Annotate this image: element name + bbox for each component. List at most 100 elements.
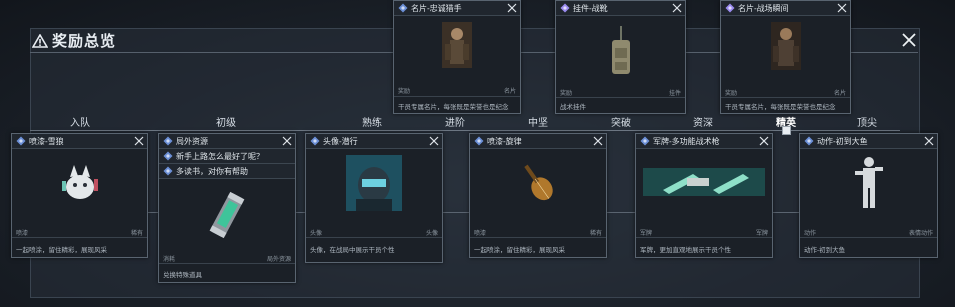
emote-figure-icon	[854, 157, 883, 208]
card-image	[800, 154, 937, 212]
card-category: 挂件	[668, 91, 681, 97]
stage-label: 熟练	[362, 118, 382, 129]
card-description: 干员专属名片，每张既是荣誉也是纪念	[725, 104, 836, 111]
violin-spray-icon	[524, 164, 553, 201]
title-text: 奖励总览	[52, 33, 117, 50]
reward-card[interactable]: 喷漆-雪狼 喷漆 稀有 一起喷涂，留住精彩，展现风采	[11, 133, 148, 258]
card-image	[636, 166, 772, 198]
card-category: 名片	[503, 89, 516, 95]
diamond-purple-icon	[560, 3, 570, 13]
card-description: 军牌，更加直观地展示干员个性	[640, 247, 731, 254]
reward-card[interactable]: 名片-战场瞬间 奖励 名片 干员专属名片，每张既是荣誉也是纪念	[720, 0, 851, 114]
card-image	[556, 23, 685, 81]
soldier-portrait-icon	[442, 22, 472, 68]
page-title: 奖励总览	[32, 30, 116, 51]
diamond-blue-icon	[640, 136, 650, 146]
diamond-blue-icon	[16, 136, 26, 146]
close-icon[interactable]	[282, 136, 292, 146]
card-image	[394, 21, 520, 69]
card-type: 奖励	[398, 89, 411, 95]
reward-card[interactable]: 动作-初到大鱼 动作 表情动作 动作-初到大鱼	[799, 133, 938, 258]
card-category: 稀有	[589, 231, 602, 237]
reward-card-stack[interactable]: 局外资源 新手上路怎么最好了呢？ 多读书，对你有帮助 消耗 局外资源 兑换特殊道…	[158, 133, 296, 283]
stage-label: 初级	[216, 118, 236, 129]
card-name: 名片-忠诚猎手	[411, 3, 462, 13]
card-type: 奖励	[725, 91, 738, 97]
diamond-blue-icon	[310, 136, 320, 146]
close-icon[interactable]	[837, 3, 847, 13]
stage-label: 突破	[611, 118, 631, 129]
stack-row-label: 新手上路怎么最好了呢？	[176, 151, 264, 161]
diamond-blue-icon	[804, 136, 814, 146]
stage-label: 进阶	[445, 118, 465, 129]
card-category: 军牌	[755, 231, 768, 237]
stack-row-label: 多读书，对你有帮助	[176, 166, 248, 176]
close-icon[interactable]	[900, 31, 918, 49]
card-type: 消耗	[163, 257, 176, 263]
card-image	[306, 154, 442, 212]
card-image	[470, 156, 606, 210]
card-image	[159, 184, 295, 246]
card-description: 一起喷涂，留住精彩，展现风采	[16, 247, 107, 254]
stack-row[interactable]: 多读书，对你有帮助	[159, 164, 295, 179]
stack-row[interactable]: 新手上路怎么最好了呢？	[159, 149, 295, 164]
card-category: 头像	[425, 231, 438, 237]
card-description: 干员专属名片，每张既是荣誉也是纪念	[398, 104, 509, 111]
card-category: 名片	[833, 91, 846, 97]
diamond-blue-icon	[398, 3, 408, 13]
card-description: 兑换特殊道具	[163, 272, 202, 279]
diamond-blue-icon	[163, 136, 173, 146]
card-name: 军牌-多功能战术枪	[653, 136, 720, 146]
card-type: 军牌	[640, 231, 653, 237]
card-name: 喷漆-旋律	[487, 136, 522, 146]
stage-label: 入队	[70, 118, 90, 129]
dogtag-banner-icon	[643, 168, 765, 196]
warning-triangle-icon	[32, 33, 48, 48]
diamond-blue-icon	[163, 151, 173, 161]
card-category: 稀有	[130, 231, 143, 237]
card-description: 动作-初到大鱼	[804, 247, 846, 254]
diamond-blue-icon	[474, 136, 484, 146]
reward-card[interactable]: 喷漆-旋律 喷漆 稀有 一起喷涂，留住精彩，展现风采	[469, 133, 607, 258]
wolf-spray-icon	[61, 165, 98, 199]
card-description: 战术挂件	[560, 104, 586, 111]
diamond-blue-icon	[163, 166, 173, 176]
card-name: 喷漆-雪狼	[29, 136, 64, 146]
soldier-portrait-icon	[770, 22, 801, 70]
stage-label: 顶尖	[857, 118, 877, 129]
card-name: 挂件-战靴	[573, 3, 608, 13]
card-category: 局外资源	[266, 257, 291, 263]
close-icon[interactable]	[507, 3, 517, 13]
stage-label: 中坚	[528, 118, 548, 129]
card-category: 表情动作	[908, 231, 933, 237]
progress-marker	[782, 126, 791, 135]
energy-canister-icon	[209, 191, 245, 239]
card-image	[721, 21, 850, 71]
card-name: 头像-潜行	[323, 136, 358, 146]
reward-card[interactable]: 军牌-多功能战术枪 军牌 军牌 军牌，更加直观地展示干员个性	[635, 133, 773, 258]
close-icon[interactable]	[924, 136, 934, 146]
close-icon[interactable]	[429, 136, 439, 146]
reward-card[interactable]: 名片-忠诚猎手 奖励 名片 干员专属名片，每张既是荣誉也是纪念	[393, 0, 521, 114]
card-name: 局外资源	[176, 136, 208, 146]
reward-card[interactable]: 挂件-战靴 奖励 挂件 战术挂件	[555, 0, 686, 114]
backpack-charm-icon	[611, 26, 630, 74]
card-type: 喷漆	[474, 231, 487, 237]
close-icon[interactable]	[593, 136, 603, 146]
card-type: 喷漆	[16, 231, 29, 237]
card-description: 一起喷涂，留住精彩，展现风采	[474, 247, 565, 254]
card-type: 奖励	[560, 91, 573, 97]
close-icon[interactable]	[759, 136, 769, 146]
card-image	[12, 158, 147, 208]
card-type: 动作	[804, 231, 817, 237]
progress-track	[30, 130, 900, 131]
stage-label: 资深	[693, 118, 713, 129]
reward-card[interactable]: 头像-潜行 头像 头像 头像，在战局中展示干员个性	[305, 133, 443, 263]
card-name: 动作-初到大鱼	[817, 136, 868, 146]
close-icon[interactable]	[672, 3, 682, 13]
card-description: 头像，在战局中展示干员个性	[310, 247, 395, 254]
avatar-portrait-icon	[346, 155, 402, 211]
card-type: 头像	[310, 231, 323, 237]
close-icon[interactable]	[134, 136, 144, 146]
card-name: 名片-战场瞬间	[738, 3, 789, 13]
